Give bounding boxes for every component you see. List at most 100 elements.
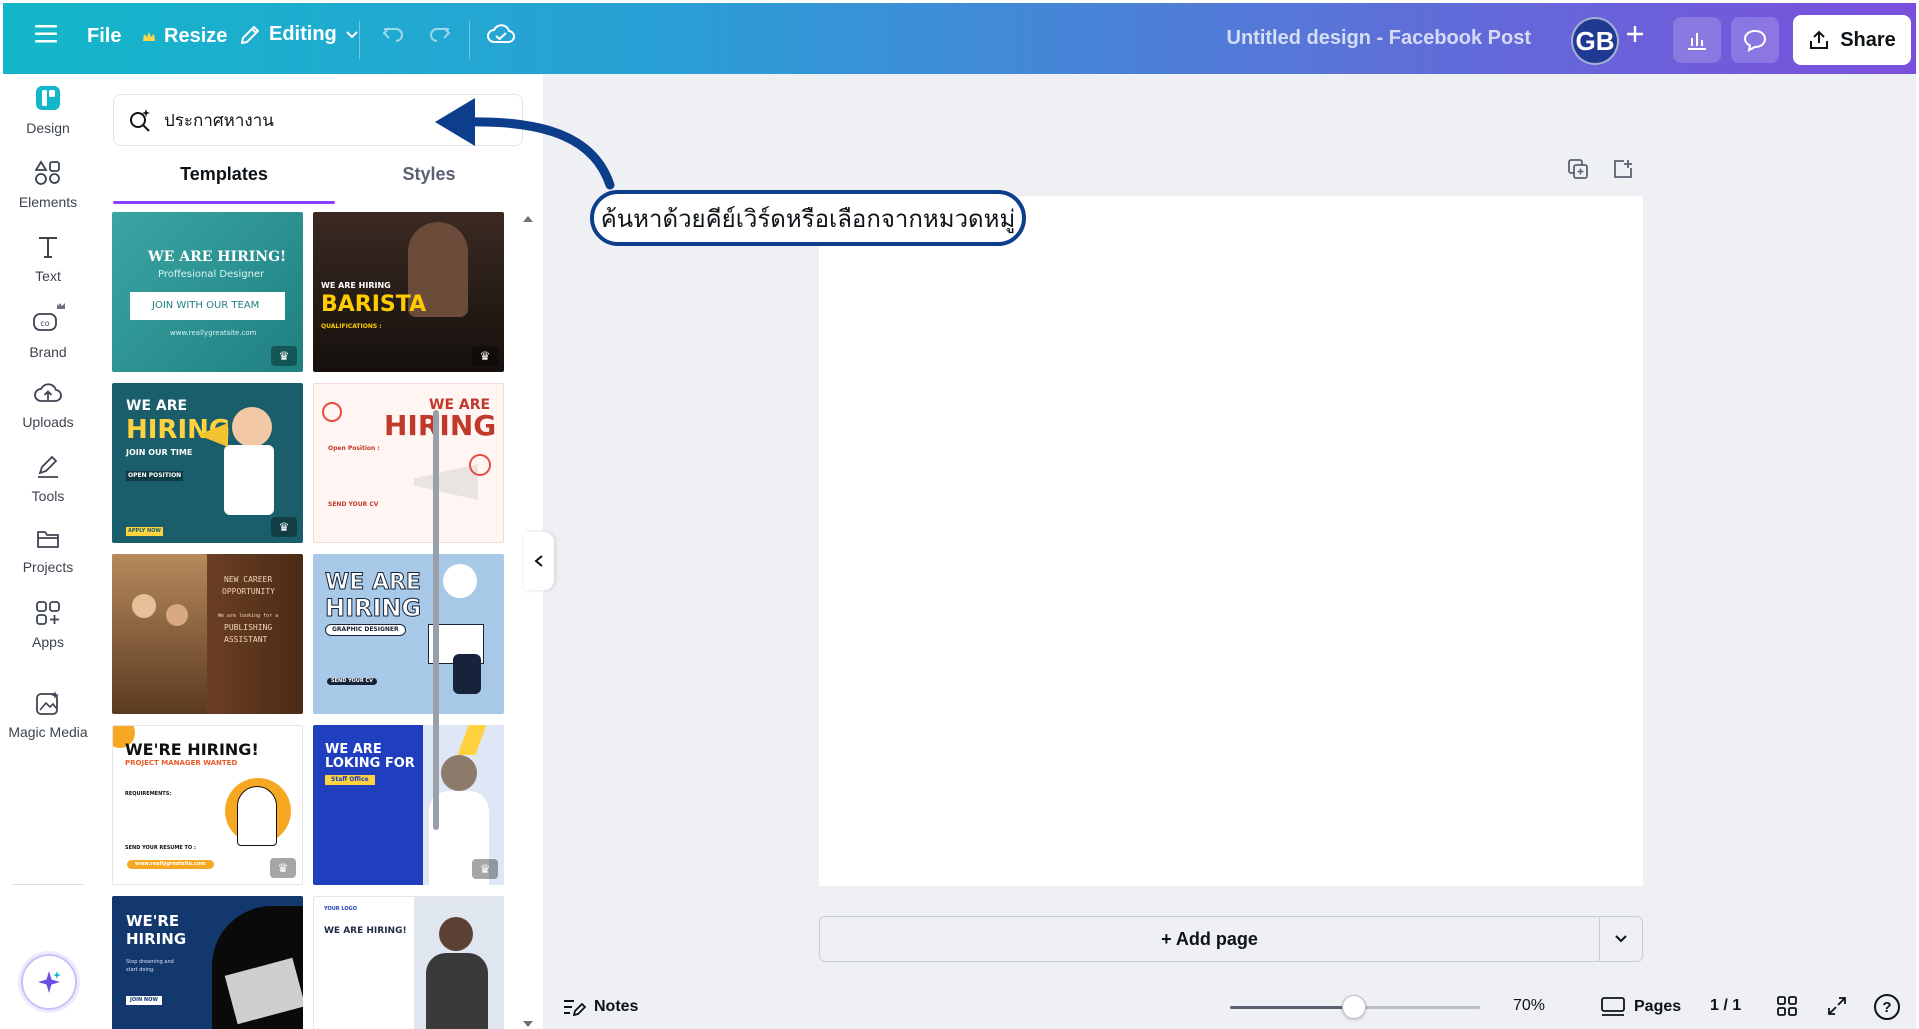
expand-icon: [1828, 997, 1846, 1015]
menu-button[interactable]: [35, 23, 59, 45]
template-text: PROJECT MANAGER WANTED: [125, 759, 238, 767]
zoom-slider-handle[interactable]: [1342, 995, 1366, 1019]
zoom-level[interactable]: 70%: [1513, 997, 1545, 1015]
decor-circle: [322, 402, 342, 422]
callout-text: ค้นหาด้วยคีย์เวิร์ดหรือเลือกจากหมวดหมู่: [600, 205, 1016, 233]
template-card[interactable]: WE'RE HIRING! PROJECT MANAGER WANTED REQ…: [112, 725, 303, 885]
comments-button[interactable]: [1731, 17, 1779, 63]
template-text: REQUIREMENTS:: [125, 791, 172, 797]
template-text: QUALIFICATIONS :: [321, 323, 382, 330]
template-text: SEND YOUR RESUME TO :: [125, 845, 196, 851]
template-card[interactable]: WE ARE HIRING BARISTA QUALIFICATIONS : ♛: [313, 212, 504, 372]
template-text: Staff Office: [325, 775, 375, 785]
template-text: WE ARE: [126, 398, 188, 414]
file-menu-button[interactable]: File: [87, 25, 121, 48]
text-icon: [39, 237, 57, 258]
template-text: JOIN NOW: [126, 996, 162, 1005]
template-card[interactable]: WE ARE HIRING JOIN OUR TIME OPEN POSITIO…: [112, 383, 303, 543]
rail-label: Apps: [32, 634, 64, 650]
pages-button[interactable]: Pages: [1600, 995, 1681, 1019]
rail-item-magic-media[interactable]: Magic Media: [3, 690, 93, 740]
rail-item-projects[interactable]: Projects: [3, 527, 93, 575]
template-text: NEW CAREER: [224, 575, 273, 584]
zoom-label: 70%: [1513, 997, 1546, 1014]
insights-button[interactable]: [1673, 17, 1721, 63]
template-card[interactable]: WE ARE HIRING Open Position : SEND YOUR …: [313, 383, 504, 543]
template-text: HIRING: [126, 930, 187, 948]
avatar[interactable]: GB: [1571, 17, 1619, 65]
add-collaborator-button[interactable]: [1624, 23, 1646, 45]
document-title[interactable]: Untitled design - Facebook Post: [1227, 27, 1531, 50]
template-text: Proffesional Designer: [158, 269, 265, 280]
search-input-value[interactable]: ประกาศหางาน: [164, 107, 274, 134]
template-text: PUBLISHING: [224, 623, 273, 632]
resize-button[interactable]: Resize: [142, 25, 227, 48]
rail-item-uploads[interactable]: Uploads: [3, 380, 93, 430]
share-button[interactable]: Share: [1793, 15, 1911, 65]
collapse-panel-button[interactable]: [524, 532, 554, 590]
template-card[interactable]: WE ARE LOKING FOR Staff Office ♛: [313, 725, 504, 885]
template-text: ASSISTANT: [224, 635, 268, 644]
rail-item-design[interactable]: Design: [3, 84, 93, 136]
editing-mode-dropdown[interactable]: Editing: [239, 23, 359, 46]
top-bar: File Resize Editing Untitled design - Fa…: [3, 3, 1916, 74]
avatar-initials: GB: [1575, 25, 1615, 56]
apps-icon: [36, 601, 60, 625]
template-text: WE'RE: [126, 912, 180, 930]
scroll-thumb[interactable]: [433, 410, 439, 830]
fullscreen-button[interactable]: [1826, 995, 1848, 1017]
rail-label: Brand: [29, 344, 67, 360]
design-icon: [36, 86, 60, 110]
undo-button[interactable]: [381, 23, 405, 45]
panel-scrollbar[interactable]: [522, 214, 534, 1029]
rail-label: Text: [35, 268, 61, 284]
grid-view-button[interactable]: [1776, 995, 1798, 1017]
rail-label: Magic Media: [8, 724, 88, 740]
help-button[interactable]: ?: [1874, 994, 1900, 1020]
photo-people: [112, 554, 207, 714]
notes-label: Notes: [594, 998, 639, 1015]
add-page-dropdown[interactable]: [1600, 917, 1642, 961]
active-tab-indicator: [113, 201, 335, 204]
upload-share-icon: [1810, 30, 1829, 49]
rail-item-text[interactable]: Text: [3, 234, 93, 284]
duplicate-page-button[interactable]: [1567, 158, 1589, 185]
svg-text:co: co: [40, 319, 49, 328]
topbar-divider: [359, 21, 360, 59]
rail-item-tools[interactable]: Tools: [3, 454, 93, 504]
template-text: OPEN POSITION: [126, 471, 184, 481]
notes-button[interactable]: Notes: [562, 996, 638, 1018]
rail-item-brand[interactable]: co Brand: [3, 302, 93, 360]
design-page[interactable]: [819, 196, 1643, 886]
template-text: www.reallygreatsite.com: [127, 860, 214, 869]
template-text: APPLY NOW: [126, 527, 163, 536]
help-label: ?: [1882, 998, 1892, 1016]
chevron-down-icon: [1615, 935, 1627, 943]
template-card[interactable]: NEW CAREER OPPORTUNITY We are looking fo…: [112, 554, 303, 714]
template-card[interactable]: WE ARE HIRING! Proffesional Designer JOI…: [112, 212, 303, 372]
comment-icon: [1743, 29, 1767, 52]
add-page-button[interactable]: + Add page: [820, 917, 1600, 961]
template-card[interactable]: YOUR LOGO WE ARE HIRING!: [313, 896, 504, 1029]
template-card[interactable]: WE'RE HIRING Stop dreaming and start doi…: [112, 896, 303, 1029]
magic-media-icon: [36, 691, 59, 715]
template-card[interactable]: WE ARE HIRING GRAPHIC DESIGNER SEND YOUR…: [313, 554, 504, 714]
redo-button[interactable]: [428, 23, 452, 45]
tab-templates[interactable]: Templates: [113, 164, 335, 185]
crown-icon: [143, 31, 155, 41]
share-label: Share: [1840, 28, 1896, 51]
zoom-slider-fill: [1230, 1006, 1355, 1009]
cloud-check-icon: [487, 24, 515, 43]
rail-item-elements[interactable]: Elements: [3, 160, 93, 210]
decor-circle: [469, 454, 491, 476]
rail-item-apps[interactable]: Apps: [3, 600, 93, 650]
template-text: WE'RE HIRING!: [125, 740, 259, 759]
pages-icon: [1601, 997, 1625, 1016]
save-status-button[interactable]: [487, 22, 515, 46]
uploads-icon: [34, 383, 62, 402]
add-page-icon-button[interactable]: [1612, 158, 1634, 185]
annotation-callout: ค้นหาด้วยคีย์เวิร์ดหรือเลือกจากหมวดหมู่: [590, 190, 1026, 246]
magic-assistant-button[interactable]: [21, 954, 77, 1010]
premium-crown-icon: ♛: [271, 346, 297, 366]
chevron-down-icon: [346, 30, 358, 38]
